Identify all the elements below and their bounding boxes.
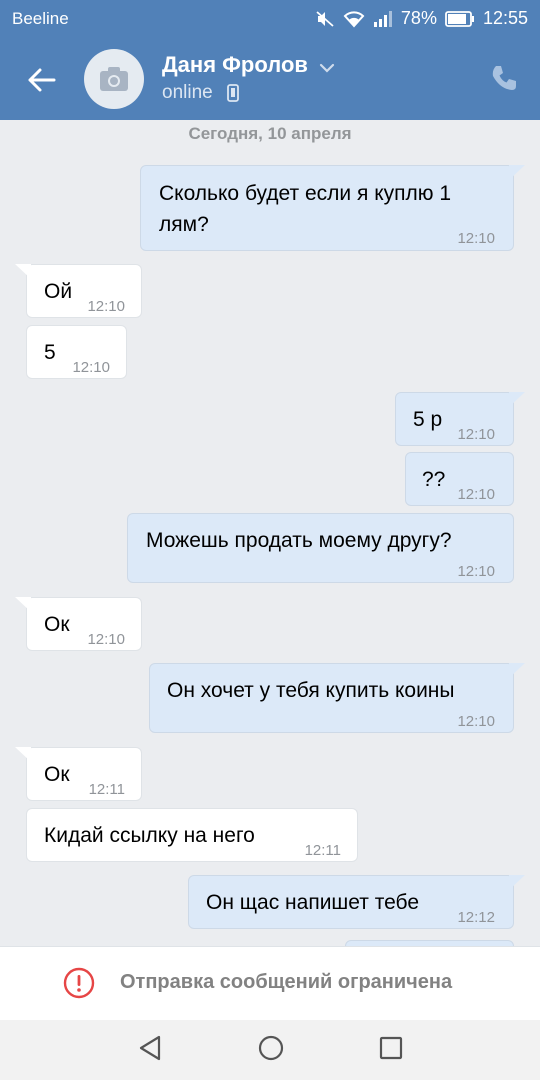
message-bubble-outgoing[interactable]: ?? 12:10 (405, 452, 514, 506)
message-time: 12:10 (457, 486, 495, 503)
status-icons: 78% 12:55 (315, 8, 528, 29)
message-time: 12:10 (457, 230, 495, 247)
message-bubble-incoming[interactable]: Ой 12:10 (15, 264, 142, 318)
bubble-tail (15, 747, 31, 762)
message-time: 12:10 (457, 713, 495, 730)
message-text: 5 (44, 341, 56, 364)
phone-call-icon[interactable] (490, 64, 518, 97)
presence-status: online (162, 82, 213, 103)
message-bubble-incoming[interactable]: Ок 12:11 (15, 747, 142, 801)
avatar[interactable] (84, 49, 144, 109)
battery-level: 78% (400, 8, 437, 28)
bubble-tail (15, 597, 31, 612)
message-text: Он щас напишет тебе (206, 891, 420, 914)
system-navigation-bar (0, 1020, 540, 1080)
message-time: 12:10 (87, 631, 125, 648)
message-text: лям? (159, 213, 209, 236)
messaging-restricted-banner: Отправка сообщений ограничена (0, 946, 540, 1020)
carrier-name: Beeline (12, 9, 69, 28)
message-time: 12:11 (88, 781, 125, 798)
clock: 12:55 (482, 8, 528, 28)
message-bubble-incoming[interactable]: Ок 12:10 (15, 597, 142, 651)
message-list[interactable]: Сегодня, 10 апреля Сколько будет если я … (0, 120, 540, 946)
nav-back-icon[interactable] (137, 1034, 163, 1067)
mute-icon (315, 10, 335, 28)
message-time: 12:11 (304, 842, 341, 859)
message-text: Можешь продать моему другу? (146, 529, 452, 552)
message-bubble-incoming[interactable]: Кидай ссылку на него 12:11 (26, 808, 358, 862)
message-bubble-outgoing[interactable]: Он щас напишет тебе 12:12 (188, 875, 525, 929)
message-bubble-outgoing[interactable]: Сколько будет если я куплю 1 лям? 12:10 (140, 165, 525, 251)
back-arrow-icon[interactable] (22, 60, 62, 100)
contact-name[interactable]: Даня Фролов (162, 52, 308, 78)
message-bubble-incoming[interactable]: 5 12:10 (26, 325, 127, 379)
restriction-text: Отправка сообщений ограничена (120, 971, 453, 993)
bubble-tail (509, 165, 525, 180)
message-text: ?? (422, 468, 446, 491)
message-text: 5 р (413, 408, 443, 431)
status-bar: Beeline 78% 12:55 (0, 0, 540, 38)
message-time: 12:10 (457, 563, 495, 580)
bubble-tail (15, 264, 31, 279)
chevron-down-icon[interactable] (319, 60, 335, 78)
nav-home-icon[interactable] (257, 1034, 285, 1067)
bubble-tail (509, 663, 525, 678)
wifi-icon (343, 10, 365, 28)
message-text: Ок (44, 613, 70, 636)
date-separator: Сегодня, 10 апреля (188, 124, 352, 143)
message-time: 12:10 (72, 359, 110, 376)
signal-icon (373, 10, 393, 28)
message-text: Кидай ссылку на него (44, 824, 255, 847)
message-bubble-outgoing[interactable]: Он хочет у тебя купить коины 12:10 (149, 663, 525, 733)
bubble-tail (509, 392, 525, 407)
chat-header: Даня Фролов online (0, 38, 540, 120)
message-text: Сколько будет если я куплю 1 (159, 182, 452, 205)
message-time: 12:12 (457, 909, 495, 926)
message-bubble-outgoing[interactable]: Можешь продать моему другу? 12:10 (127, 513, 514, 583)
message-text: Он хочет у тебя купить коины (167, 679, 455, 702)
nav-recents-icon[interactable] (378, 1034, 404, 1067)
battery-icon (445, 10, 475, 28)
message-bubble-outgoing[interactable]: 5 р 12:10 (395, 392, 525, 446)
message-time: 12:10 (87, 298, 125, 315)
message-text: Ой (44, 280, 73, 303)
message-time: 12:10 (457, 426, 495, 443)
mobile-phone-icon (227, 84, 239, 107)
bubble-tail (509, 875, 525, 890)
message-text: Ок (44, 763, 70, 786)
